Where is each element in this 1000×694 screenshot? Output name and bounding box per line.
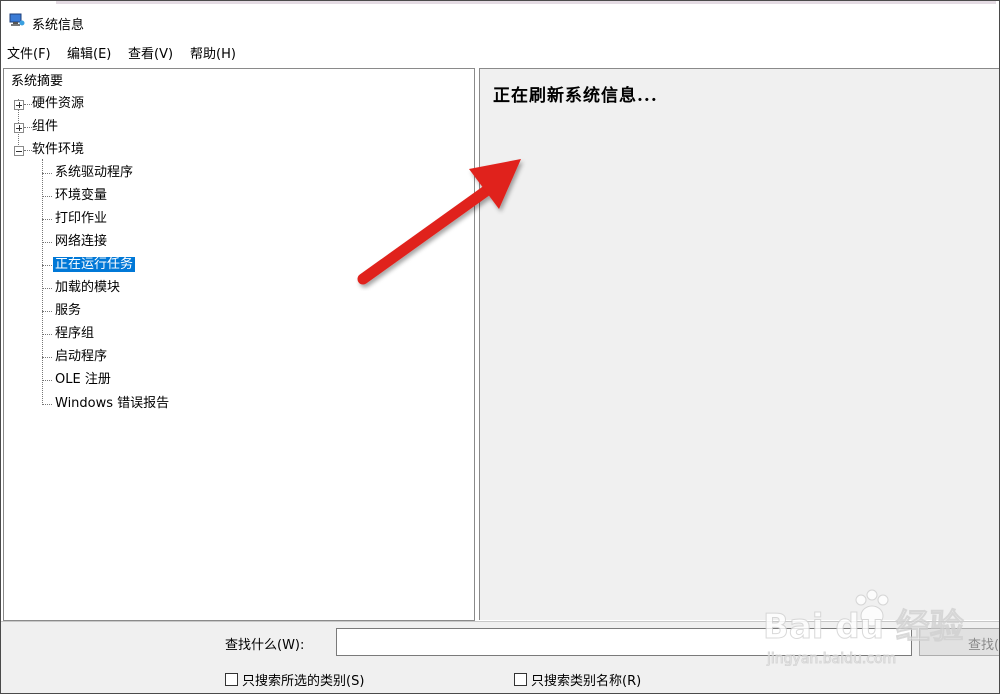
tree-item-print-jobs[interactable]: 打印作业 [55,210,107,228]
selected-label: 正在运行任务 [53,257,136,272]
tree-item-running-tasks[interactable]: 正在运行任务 [53,256,136,274]
menu-bar: 文件(F) 编辑(E) 查看(V) 帮助(H) [1,39,999,62]
menu-file[interactable]: 文件(F) [7,43,51,62]
baidu-jingyan-watermark-icon: Bai du 经验 jingyan.baidu.com [763,589,964,666]
refresh-status: 正在刷新系统信息... [493,86,658,106]
tree-item-windows-error-reporting[interactable]: Windows 错误报告 [55,395,169,413]
checkbox-search-category-names[interactable]: 只搜索类别名称(R) [514,670,641,689]
checkbox-selected-category-box[interactable] [225,673,238,686]
red-arrow-annotation-icon [357,159,521,285]
tree-item-network-connections[interactable]: 网络连接 [55,233,107,251]
tree-item-environment-variables[interactable]: 环境变量 [55,187,107,205]
tree-item-system-drivers[interactable]: 系统驱动程序 [55,164,133,182]
system-information-window: 系统信息 文件(F) 编辑(E) 查看(V) 帮助(H) 系统摘要 硬件资源 组… [0,0,1000,694]
watermark-brand: Bai du 经验 [763,607,964,647]
menu-edit[interactable]: 编辑(E) [67,43,111,62]
checkbox-category-names-box[interactable] [514,673,527,686]
tree-item-components[interactable]: 组件 [32,118,58,136]
checkbox-selected-category-label: 只搜索所选的类别(S) [242,674,365,689]
tree-item-startup-programs[interactable]: 启动程序 [55,348,107,366]
expand-hardware-icon[interactable] [14,100,24,110]
search-label: 查找什么(W): [225,638,305,653]
collapse-software-icon[interactable] [14,146,24,156]
tree-item-system-summary[interactable]: 系统摘要 [11,73,63,91]
details-pane: 正在刷新系统信息... [479,68,999,620]
tree-item-program-groups[interactable]: 程序组 [55,325,94,343]
title-strip [56,1,996,4]
checkbox-category-names-label: 只搜索类别名称(R) [531,674,642,689]
menu-help[interactable]: 帮助(H) [190,43,236,62]
watermark-url: jingyan.baidu.com [766,651,896,666]
tree-item-loaded-modules[interactable]: 加载的模块 [55,279,120,297]
title-bar: 系统信息 [1,1,999,37]
tree-item-hardware-resources[interactable]: 硬件资源 [32,95,84,113]
window-title: 系统信息 [32,18,85,33]
menu-view[interactable]: 查看(V) [128,43,173,62]
tree-item-ole-registration[interactable]: OLE 注册 [55,371,111,389]
tree-item-software-environment[interactable]: 软件环境 [32,141,84,159]
checkbox-search-selected-category[interactable]: 只搜索所选的类别(S) [225,670,364,689]
tree-item-services[interactable]: 服务 [55,302,81,320]
expand-components-icon[interactable] [14,123,24,133]
system-info-icon [9,13,25,26]
